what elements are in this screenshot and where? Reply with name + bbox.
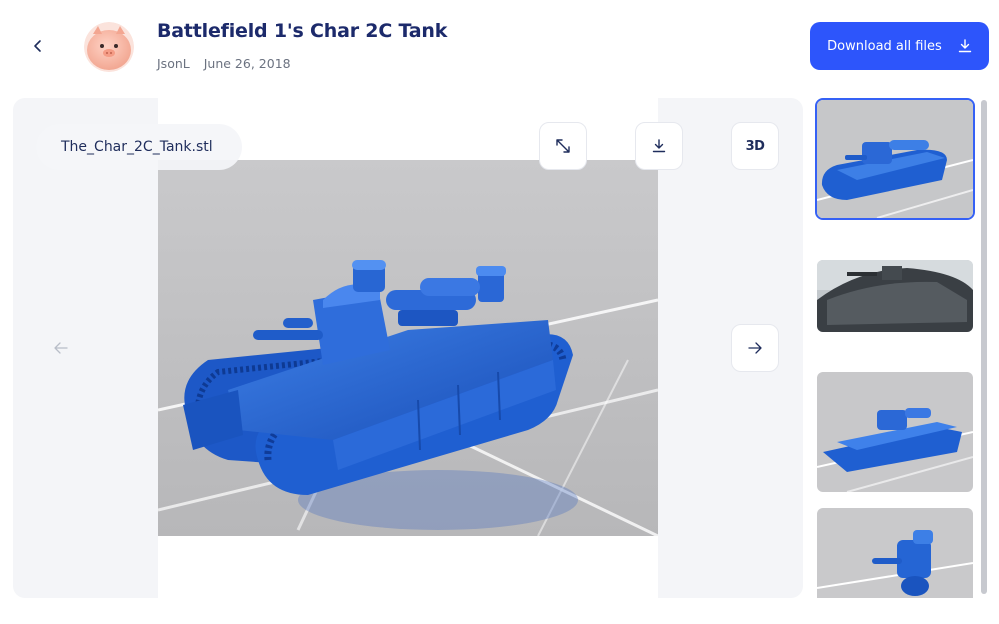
tank-render	[158, 160, 658, 536]
filename-pill: The_Char_2C_Tank.stl	[36, 124, 242, 170]
back-button[interactable]	[24, 30, 52, 62]
arrow-left-icon	[54, 342, 68, 354]
thumbnail-scrollbar[interactable]	[980, 98, 988, 598]
thumbnail-3[interactable]	[817, 372, 973, 492]
prev-image-button[interactable]	[49, 336, 73, 360]
download-icon	[958, 39, 972, 53]
next-image-button[interactable]	[731, 324, 779, 372]
view-3d-label: 3D	[745, 138, 765, 154]
download-file-button[interactable]	[635, 122, 683, 170]
author-link[interactable]: JsonL	[157, 56, 190, 71]
arrow-right-icon	[748, 342, 762, 354]
thumbnail-1[interactable]	[815, 98, 975, 220]
chevron-left-icon	[34, 40, 41, 52]
download-icon	[652, 139, 666, 153]
avatar[interactable]	[84, 22, 134, 72]
thumbnail-turret-render	[817, 508, 973, 598]
model-viewer: The_Char_2C_Tank.stl 3D	[13, 98, 803, 598]
publish-date: June 26, 2018	[203, 56, 291, 71]
download-all-button[interactable]: Download all files	[810, 22, 989, 70]
filename-label: The_Char_2C_Tank.stl	[61, 139, 213, 155]
pig-avatar-icon	[84, 22, 134, 72]
scrollbar-thumb[interactable]	[981, 100, 987, 594]
thumbnail-4[interactable]	[817, 508, 973, 598]
thumbnail-tank-render	[817, 100, 973, 218]
thumbnail-tank-side	[817, 372, 973, 492]
download-all-label: Download all files	[827, 38, 942, 54]
thumbnail-2[interactable]	[817, 260, 973, 332]
view-3d-button[interactable]: 3D	[731, 122, 779, 170]
expand-arrows-icon	[556, 139, 570, 153]
thumbnail-game-screenshot	[817, 260, 973, 332]
page-title: Battlefield 1's Char 2C Tank	[157, 20, 448, 42]
thumbnail-strip	[815, 98, 975, 598]
fullscreen-button[interactable]	[539, 122, 587, 170]
main-preview-image[interactable]	[158, 98, 658, 598]
